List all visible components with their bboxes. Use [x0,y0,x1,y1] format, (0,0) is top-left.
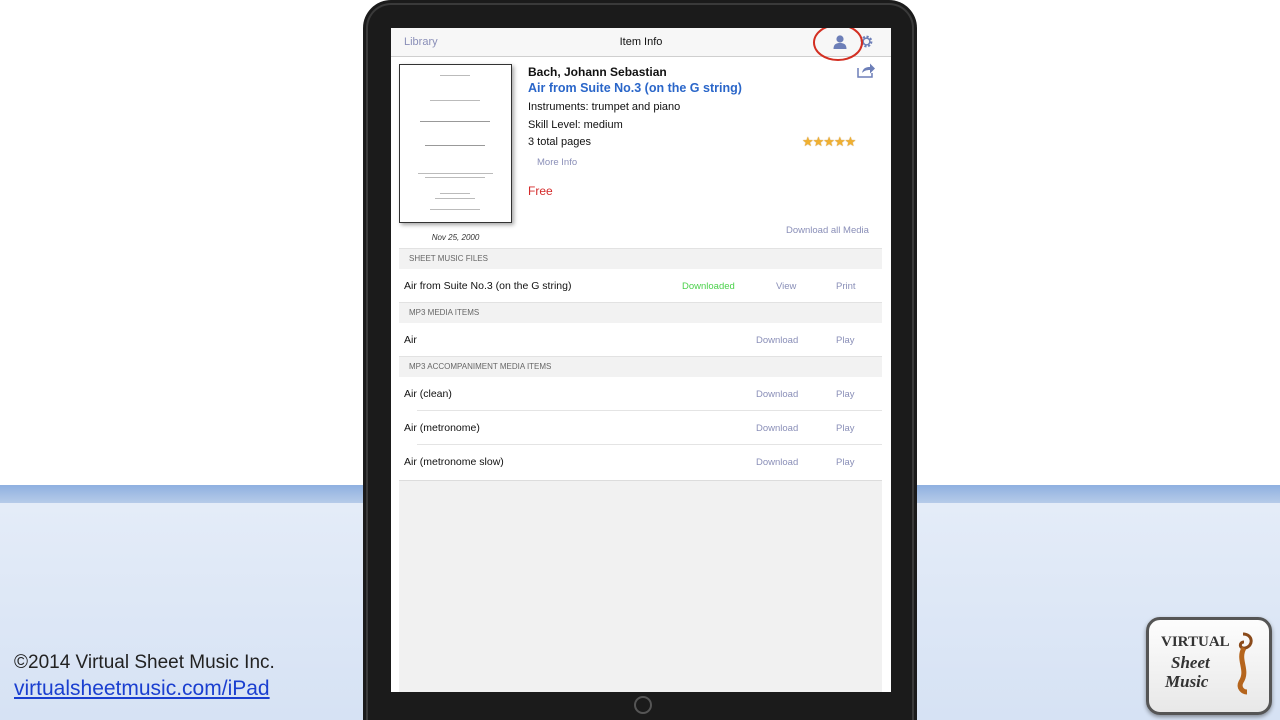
downloaded-status: Downloaded [682,281,735,292]
logo-line-2: Sheet [1171,653,1210,672]
list-item[interactable]: Air (metronome) Download Play [399,411,882,445]
media-name: Air (metronome) [404,422,480,434]
empty-content-area [399,480,882,692]
virtual-sheet-music-logo: VIRTUAL Sheet Music [1146,617,1272,715]
media-name: Air [404,334,417,346]
section-header-label: MP3 MEDIA ITEMS [409,308,480,317]
instruments-text: Instruments: trumpet and piano [528,101,681,113]
view-button[interactable]: View [776,281,796,292]
share-icon[interactable] [856,62,876,78]
section-header-label: MP3 ACCOMPANIMENT MEDIA ITEMS [409,362,552,371]
composer-name: Bach, Johann Sebastian [528,65,667,79]
rating-stars: ★★★★★ [802,134,856,149]
publication-date: Nov 25, 2000 [431,233,480,242]
section-header-mp3-accompaniment: MP3 ACCOMPANIMENT MEDIA ITEMS [399,356,882,378]
logo-line-1: VIRTUAL [1161,634,1230,650]
list-item[interactable]: Air (metronome slow) Download Play [399,445,882,479]
download-button[interactable]: Download [756,423,798,434]
download-button[interactable]: Download [756,457,798,468]
website-link[interactable]: virtualsheetmusic.com/iPad [14,677,270,701]
section-header-label: SHEET MUSIC FILES [409,254,488,263]
download-all-media-link[interactable]: Download all Media [786,225,869,236]
logo-line-3: Music [1165,672,1209,691]
play-button[interactable]: Play [836,457,854,468]
more-info-link[interactable]: More Info [537,157,577,168]
play-button[interactable]: Play [836,423,854,434]
price-label: Free [528,184,553,198]
sheet-music-cover-thumbnail[interactable] [399,64,512,223]
play-button[interactable]: Play [836,335,854,346]
file-name: Air from Suite No.3 (on the G string) [404,280,572,292]
list-item[interactable]: Air from Suite No.3 (on the G string) Do… [399,269,882,303]
media-name: Air (clean) [404,388,452,400]
highlight-circle [813,28,863,61]
play-button[interactable]: Play [836,389,854,400]
print-button[interactable]: Print [836,281,856,292]
copyright-text: ©2014 Virtual Sheet Music Inc. [14,652,275,673]
skill-level-text: Skill Level: medium [528,119,623,131]
home-button-icon[interactable] [634,696,652,714]
section-header-mp3-media: MP3 MEDIA ITEMS [399,302,882,324]
navigation-bar: Library Item Info [391,28,891,61]
download-button[interactable]: Download [756,389,798,400]
total-pages-text: 3 total pages [528,136,591,148]
list-item[interactable]: Air Download Play [399,323,882,357]
violin-scroll-icon [1237,632,1253,695]
ipad-screen: Library Item Info Nov 25, 2000 Bach, Joh… [391,28,891,692]
section-header-sheet-music: SHEET MUSIC FILES [399,248,882,270]
list-item[interactable]: Air (clean) Download Play [399,377,882,411]
download-button[interactable]: Download [756,335,798,346]
media-name: Air (metronome slow) [404,456,504,468]
piece-title: Air from Suite No.3 (on the G string) [528,81,742,95]
